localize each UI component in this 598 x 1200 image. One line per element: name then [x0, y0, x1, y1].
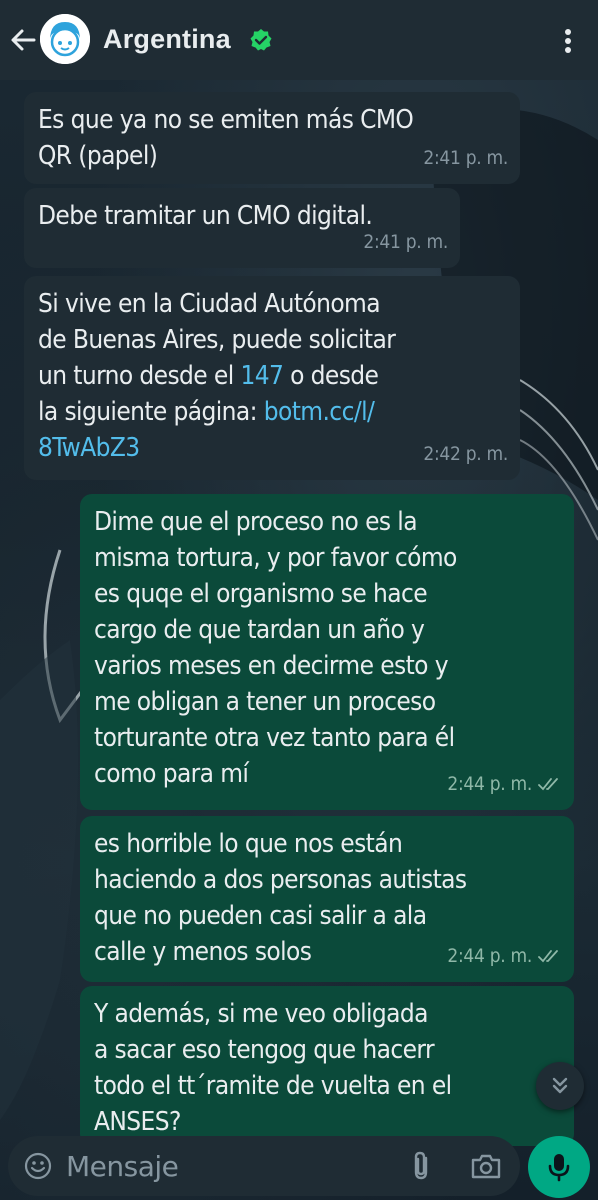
message-time: 2:41 p. m. — [363, 231, 448, 253]
kid-face-icon — [40, 14, 90, 64]
message-bubble-outgoing[interactable]: Dime que el proceso no es la misma tortu… — [80, 494, 574, 810]
message-time: 2:41 p. m. — [423, 147, 508, 169]
scroll-to-bottom-button[interactable] — [536, 1062, 584, 1110]
voice-message-button[interactable] — [528, 1136, 590, 1198]
read-receipt-icon — [538, 778, 558, 791]
microphone-icon — [548, 1154, 570, 1182]
back-arrow-icon[interactable] — [10, 26, 36, 54]
message-time: 2:44 p. m. — [447, 945, 532, 967]
message-bubble-incoming[interactable]: Debe tramitar un CMO digital. 2:41 p. m. — [24, 188, 460, 268]
chat-header: Argentina — [0, 0, 598, 80]
message-bubble-incoming[interactable]: Si vive en la Ciudad Autónoma de Buenas … — [24, 276, 520, 480]
double-chevron-down-icon — [552, 1077, 568, 1094]
phone-link[interactable]: 147 — [240, 361, 283, 391]
message-text: Y además, si me veo obligada a sacar eso… — [94, 999, 452, 1137]
message-time: 2:44 p. m. — [447, 773, 532, 795]
message-text: Dime que el proceso no es la misma tortu… — [94, 507, 457, 789]
camera-icon[interactable] — [470, 1152, 502, 1180]
chat-title[interactable]: Argentina — [103, 24, 231, 55]
paperclip-icon[interactable] — [408, 1150, 436, 1182]
message-bubble-outgoing[interactable]: es horrible lo que nos están haciendo a … — [80, 816, 574, 982]
message-bubble-incoming[interactable]: Es que ya no se emiten más CMO QR (papel… — [24, 92, 520, 184]
message-input[interactable]: Mensaje — [66, 1150, 179, 1183]
read-receipt-icon — [538, 950, 558, 963]
avatar[interactable] — [40, 14, 90, 64]
message-bubble-outgoing[interactable]: Y además, si me veo obligada a sacar eso… — [80, 986, 574, 1146]
message-time: 2:42 p. m. — [423, 443, 508, 465]
more-options-icon[interactable] — [556, 26, 580, 56]
message-composer: Mensaje — [8, 1136, 520, 1196]
verified-badge-icon — [250, 29, 272, 51]
emoji-icon[interactable] — [24, 1152, 52, 1180]
